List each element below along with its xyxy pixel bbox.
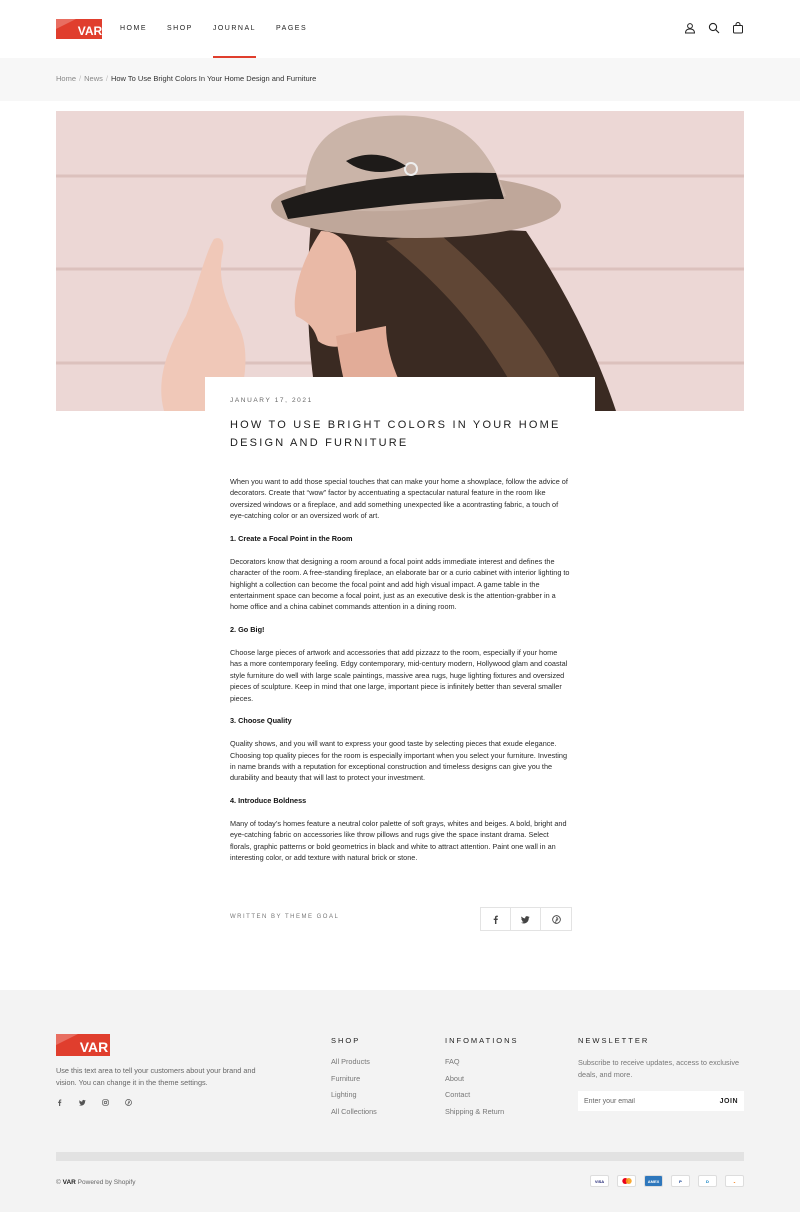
share-twitter-button[interactable]	[511, 908, 541, 930]
twitter-icon[interactable]	[79, 1099, 86, 1106]
footer-link-all-products[interactable]: All Products	[331, 1057, 377, 1066]
section-text: Choose large pieces of artwork and acces…	[230, 648, 568, 703]
nav-journal[interactable]: JOURNAL	[212, 0, 257, 58]
footer-link-all-collections[interactable]: All Collections	[331, 1107, 377, 1116]
section-text: Quality shows, and you will want to expr…	[230, 739, 568, 783]
footer-newsletter: NEWSLETTER Subscribe to receive updates,…	[578, 1036, 744, 1111]
footer-social	[56, 1099, 132, 1106]
logo-mark: VAR	[56, 19, 103, 39]
instagram-icon[interactable]	[102, 1099, 109, 1106]
facebook-icon	[493, 915, 498, 924]
pinterest-icon	[551, 914, 561, 924]
share-pinterest-button[interactable]	[541, 908, 571, 930]
footer-divider-bar	[56, 1152, 744, 1161]
section-heading: 3. Choose Quality	[230, 716, 292, 726]
main-nav: HOME SHOP JOURNAL PAGES	[120, 0, 327, 58]
footer-link-about[interactable]: About	[445, 1074, 519, 1083]
breadcrumb-current: How To Use Bright Colors In Your Home De…	[110, 74, 317, 83]
paypal-icon: P	[671, 1175, 690, 1187]
twitter-icon	[521, 915, 530, 923]
pinterest-icon[interactable]	[125, 1099, 132, 1106]
footer-link-contact[interactable]: Contact	[445, 1090, 519, 1099]
share-buttons	[480, 907, 572, 931]
header-actions	[684, 22, 744, 34]
article-date: JANUARY 17, 2021	[230, 397, 313, 404]
newsletter-heading: NEWSLETTER	[578, 1036, 650, 1045]
visa-icon: VISA	[590, 1175, 609, 1187]
newsletter-text: Subscribe to receive updates, access to …	[578, 1058, 740, 1079]
footer-link-furniture[interactable]: Furniture	[331, 1074, 377, 1083]
footer-about-text: Use this text area to tell your customer…	[56, 1066, 256, 1087]
footer-info-heading: INFOMATIONS	[445, 1036, 519, 1045]
svg-text:VAR: VAR	[80, 1039, 109, 1055]
logo-mark: VAR	[56, 1034, 110, 1056]
footer-shop-heading: SHOP	[331, 1036, 361, 1045]
site-header: VAR HOME SHOP JOURNAL PAGES	[0, 0, 800, 58]
site-footer: VAR Use this text area to tell your cust…	[0, 990, 800, 1212]
section-text: Many of today’s homes feature a neutral …	[230, 819, 567, 863]
logo[interactable]: VAR	[56, 19, 103, 39]
article-card: JANUARY 17, 2021 HOW TO USE BRIGHT COLOR…	[205, 377, 595, 876]
section-heading: 4. Introduce Boldness	[230, 796, 307, 806]
article-body: When you want to add those special touch…	[230, 476, 570, 864]
nav-pages[interactable]: PAGES	[276, 0, 307, 58]
woman-with-hat-illustration	[56, 111, 744, 411]
svg-text:VAR: VAR	[78, 24, 102, 38]
copyright: © VAR Powered by Shopify	[56, 1179, 135, 1186]
footer-link-faq[interactable]: FAQ	[445, 1057, 519, 1066]
footer-shop-column: SHOP All Products Furniture Lighting All…	[331, 1036, 377, 1123]
breadcrumb: Home / News / How To Use Bright Colors I…	[56, 74, 316, 83]
breadcrumb-bar: Home / News / How To Use Bright Colors I…	[0, 58, 800, 101]
footer-logo[interactable]: VAR	[56, 1034, 110, 1061]
mastercard-icon	[617, 1175, 636, 1187]
share-facebook-button[interactable]	[481, 908, 511, 930]
section-heading: 1. Create a Focal Point in the Room	[230, 534, 353, 544]
newsletter-form: JOIN	[578, 1091, 744, 1111]
breadcrumb-home[interactable]: Home	[56, 74, 76, 83]
newsletter-email-input[interactable]	[584, 1097, 704, 1105]
facebook-icon[interactable]	[56, 1099, 63, 1106]
copyright-brand[interactable]: VAR	[63, 1179, 76, 1186]
article-intro: When you want to add those special touch…	[230, 477, 568, 521]
discover-icon: ◒	[725, 1175, 744, 1187]
account-icon[interactable]	[684, 22, 696, 34]
search-icon[interactable]	[708, 22, 720, 34]
hero-image	[56, 111, 744, 411]
footer-link-lighting[interactable]: Lighting	[331, 1090, 377, 1099]
section-heading: 2. Go Big!	[230, 625, 265, 635]
newsletter-join-button[interactable]: JOIN	[720, 1098, 738, 1105]
nav-shop[interactable]: SHOP	[167, 0, 193, 58]
powered-by[interactable]: Powered by Shopify	[78, 1179, 136, 1186]
footer-link-shipping[interactable]: Shipping & Return	[445, 1107, 519, 1116]
footer-info-column: INFOMATIONS FAQ About Contact Shipping &…	[445, 1036, 519, 1123]
breadcrumb-separator: /	[79, 74, 82, 83]
diners-icon: D	[698, 1175, 717, 1187]
article-title: HOW TO USE BRIGHT COLORS IN YOUR HOME DE…	[230, 419, 561, 449]
payment-icons: VISA AMEX P D ◒	[590, 1175, 744, 1187]
breadcrumb-separator: /	[105, 74, 108, 83]
breadcrumb-news[interactable]: News	[84, 74, 103, 83]
article-author: WRITTEN BY THEME GOAL	[230, 914, 340, 920]
copyright-symbol: ©	[56, 1179, 61, 1186]
amex-icon: AMEX	[644, 1175, 663, 1187]
section-text: Decorators know that designing a room ar…	[230, 556, 570, 612]
nav-home[interactable]: HOME	[120, 0, 147, 58]
cart-icon[interactable]	[732, 22, 744, 34]
